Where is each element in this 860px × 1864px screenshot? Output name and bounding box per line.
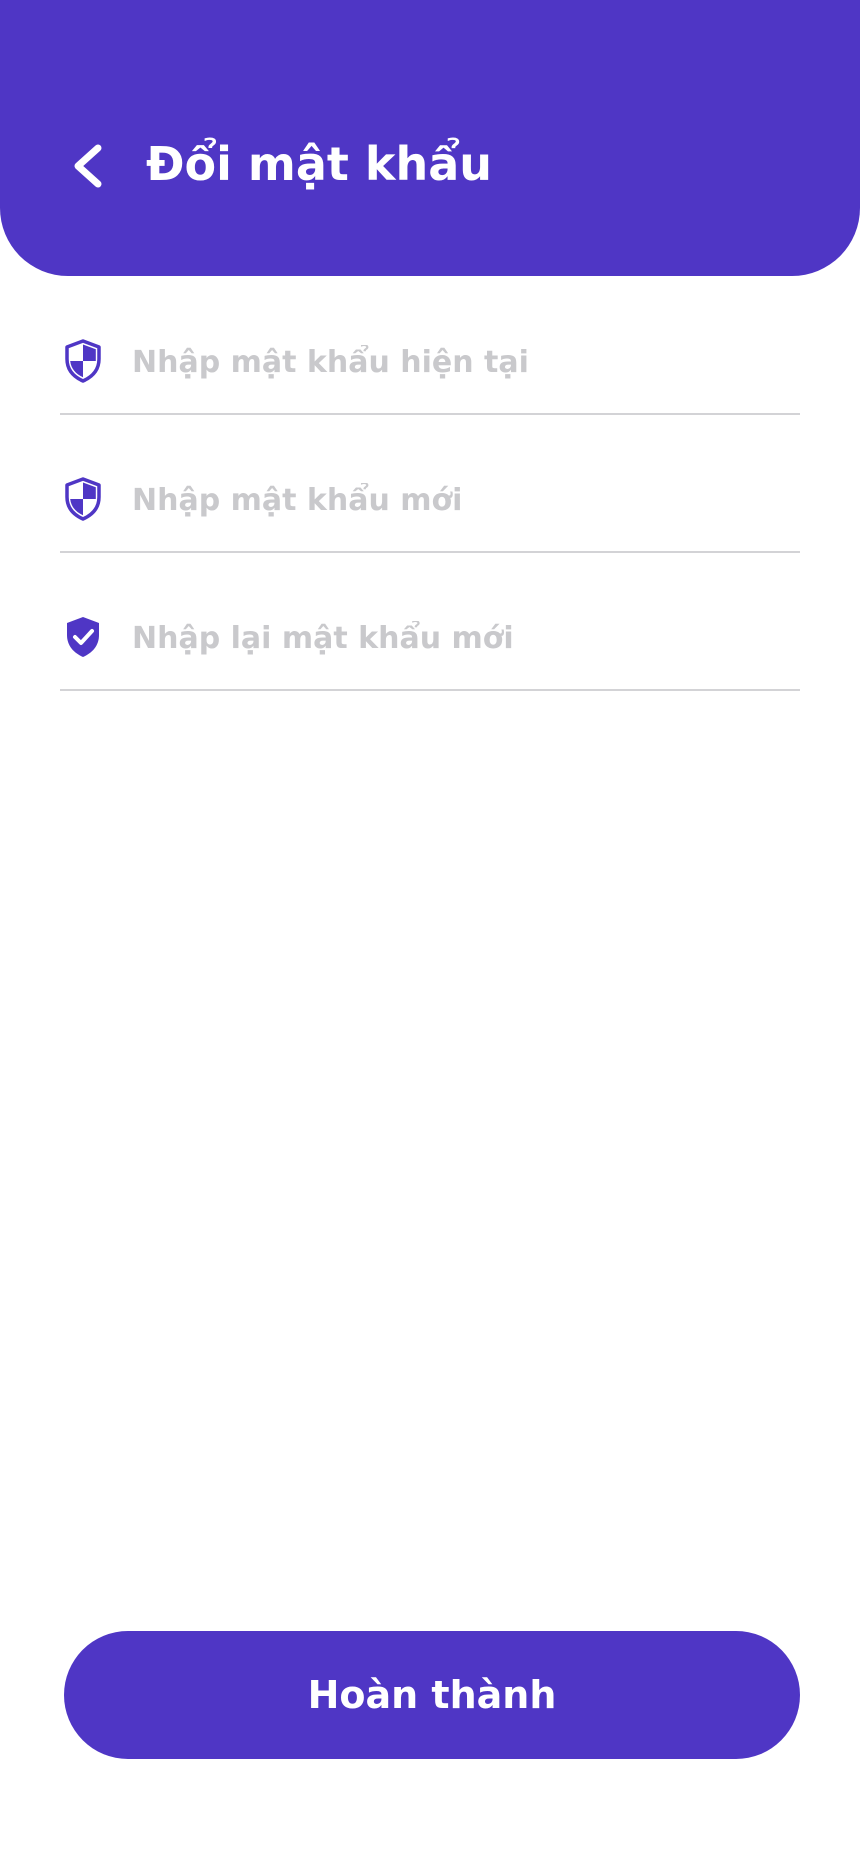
page-title: Đổi mật khẩu	[146, 137, 493, 191]
new-password-input[interactable]	[132, 473, 792, 527]
shield-icon	[64, 477, 102, 521]
new-password-field	[60, 469, 800, 553]
back-button[interactable]	[60, 138, 116, 194]
complete-button-label: Hoàn thành	[307, 1673, 557, 1717]
current-password-field	[60, 331, 800, 415]
shield-check-icon	[64, 615, 102, 659]
confirm-password-input[interactable]	[132, 611, 792, 665]
confirm-password-field	[60, 607, 800, 691]
complete-button[interactable]: Hoàn thành	[64, 1631, 800, 1759]
app-header: Đổi mật khẩu	[0, 0, 860, 276]
current-password-input[interactable]	[132, 335, 792, 389]
chevron-left-icon	[74, 144, 102, 188]
shield-icon	[64, 339, 102, 383]
